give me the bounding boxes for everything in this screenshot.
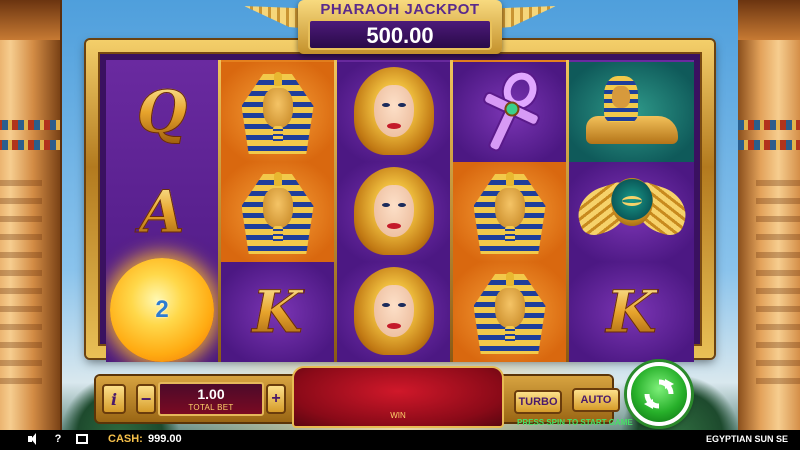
reel-2-cell-2 [221,162,334,262]
total-bet-label: TOTAL BET [188,403,234,412]
pharaoh-icon [238,66,318,158]
reel-3-cell-2 [337,162,450,262]
increase-bet-button[interactable]: + [266,384,286,414]
reel-2-cell-1 [221,62,334,162]
pharaoh-icon [470,166,550,258]
sun-icon: 2 [110,258,214,362]
reel-1-cell-1: Q [106,62,218,162]
fullscreen-icon[interactable] [76,434,88,444]
letter-k-icon: K [606,278,657,347]
ankh-icon [465,61,555,162]
decrease-bet-button[interactable]: − [136,384,156,414]
control-bar: i − 1.00 TOTAL BET + WIN TURBO AUTO PRES… [0,362,800,430]
jackpot-header: PHARAOH JACKPOT 500.00 [244,0,556,56]
reel-5: K [569,60,694,362]
spin-arrows-icon [644,379,674,409]
total-bet-display: 1.00 TOTAL BET [158,382,264,416]
pharaoh-icon [470,266,550,358]
spin-button[interactable] [627,362,691,426]
reel-1-cell-2: A [106,162,218,262]
letter-q-icon: Q [136,78,188,147]
reel-5-cell-3: K [569,262,694,362]
reel-4 [453,60,566,362]
reel-2: K [221,60,334,362]
letter-k-icon: K [252,278,303,347]
reel-4-cell-1 [453,62,566,162]
reel-2-cell-3: K [221,262,334,362]
jackpot-title: PHARAOH JACKPOT [320,1,480,18]
jackpot-plate: PHARAOH JACKPOT 500.00 [298,0,502,54]
pharaoh-icon [238,166,318,258]
reel-4-cell-3 [453,262,566,362]
reel-3 [337,60,450,362]
cleopatra-icon [351,65,437,159]
status-icons: ? [28,433,88,445]
reel-5-cell-2 [569,162,694,262]
reel-frame: Q A 2 K K [86,40,714,362]
reel-5-cell-1 [569,62,694,162]
press-spin-hint: PRESS SPIN TO START GAME [517,418,633,427]
win-label: WIN [390,411,406,420]
scarab-icon [570,170,693,254]
letter-a-icon: A [139,178,185,247]
reel-1: Q A 2 [106,60,218,362]
info-button[interactable]: i [102,384,126,414]
jackpot-value-box: 500.00 [308,19,492,50]
reel-3-cell-1 [337,62,450,162]
win-display: WIN [292,366,504,428]
cleopatra-icon [351,265,437,359]
help-icon[interactable]: ? [52,433,64,445]
game-title: EGYPTIAN SUN SE [705,434,788,444]
status-bar: ? CASH: 999.00 EGYPTIAN SUN SE [0,430,800,450]
sun-multiplier: 2 [155,296,169,323]
jackpot-value: 500.00 [366,23,434,48]
reel-4-cell-2 [453,162,566,262]
sound-icon[interactable] [28,433,40,445]
reel-1-cell-3: 2 [106,258,218,362]
autoplay-button[interactable]: AUTO [572,388,620,412]
cash-value: 999.00 [148,433,182,445]
total-bet-value: 1.00 [197,386,225,402]
sphinx-icon [582,72,682,152]
turbo-button[interactable]: TURBO [514,390,562,414]
cash-label: CASH: [108,433,143,445]
reel-3-cell-3 [337,262,450,362]
cleopatra-icon [351,165,437,259]
